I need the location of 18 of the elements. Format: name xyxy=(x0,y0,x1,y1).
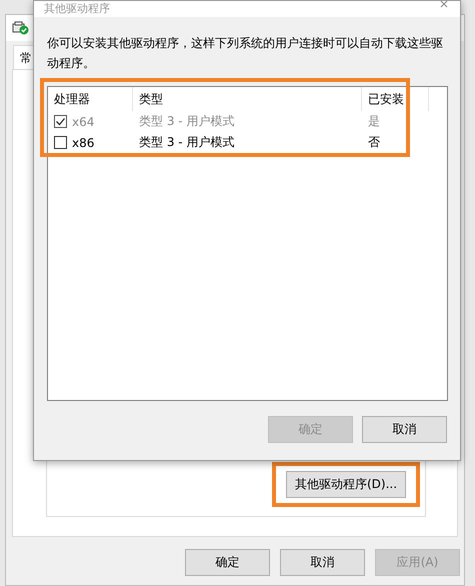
column-header[interactable]: 处理器 xyxy=(48,87,133,111)
column-header[interactable]: 类型 xyxy=(133,87,362,111)
processor-text: x86 xyxy=(72,136,94,150)
checkbox[interactable] xyxy=(54,136,67,149)
close-icon[interactable] xyxy=(440,1,450,9)
column-header[interactable]: 已安装 xyxy=(362,87,429,111)
description-text: 你可以安装其他驱动程序，这样下列系统的用户连接时可以自动下载这些驱动程序。 xyxy=(47,35,444,72)
additional-drivers-button[interactable]: 其他驱动程序(D)... xyxy=(286,471,406,498)
installed-text: 是 xyxy=(368,114,380,128)
type-text: 类型 3 - 用户模式 xyxy=(139,114,234,128)
processor-text: x64 xyxy=(72,114,94,128)
installed-text: 否 xyxy=(368,135,380,149)
window-title: 其他驱动程序 xyxy=(44,1,110,16)
ok-button[interactable]: 确定 xyxy=(185,549,270,576)
printer-icon xyxy=(12,21,30,35)
cancel-button[interactable]: 取消 xyxy=(362,416,447,443)
cancel-button[interactable]: 取消 xyxy=(280,549,365,576)
type-text: 类型 3 - 用户模式 xyxy=(139,135,234,149)
